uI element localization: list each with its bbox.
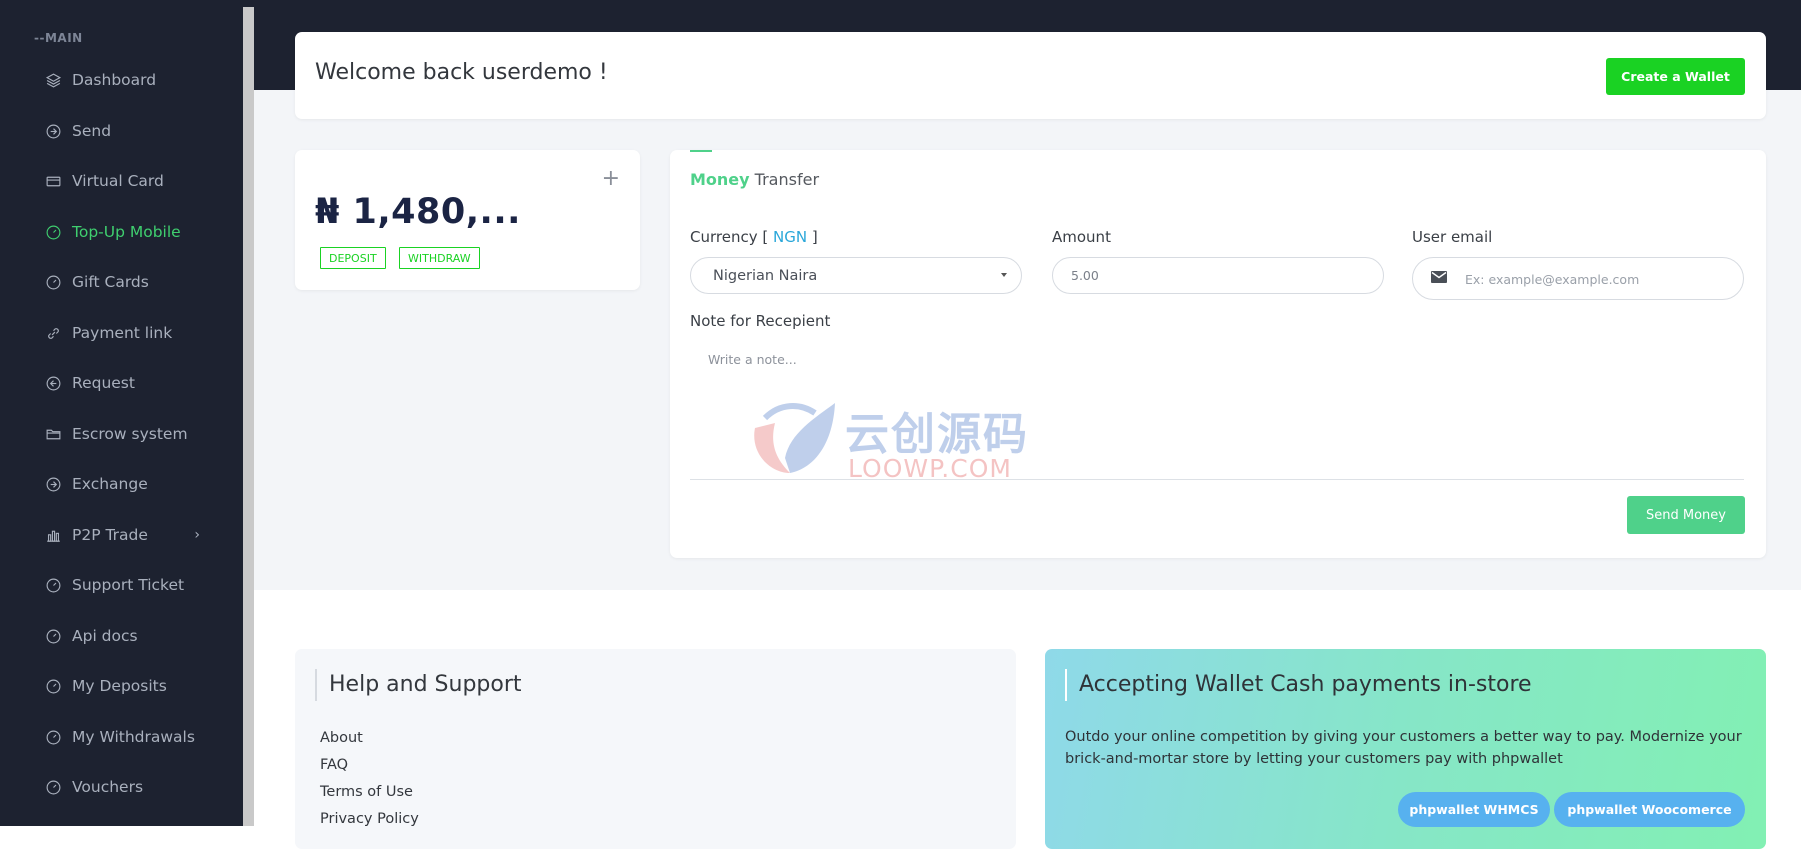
sidebar-item-request[interactable]: Request: [44, 370, 234, 396]
sidebar-item-label: Dashboard: [72, 71, 157, 89]
sidebar-item-payment-link[interactable]: Payment link: [44, 320, 234, 346]
currency-label-close: ]: [807, 228, 818, 246]
sidebar-item-label: My Withdrawals: [72, 728, 195, 746]
sidebar-item-dashboard[interactable]: Dashboard: [44, 67, 234, 93]
phpwallet-woocomerce-button[interactable]: phpwallet Woocomerce: [1554, 792, 1745, 827]
help-support-card: Help and Support About FAQ Terms of Use …: [295, 649, 1016, 849]
help-link-privacy[interactable]: Privacy Policy: [320, 811, 419, 827]
caret-down-icon: [1001, 273, 1007, 277]
sidebar-item-send[interactable]: Send: [44, 118, 234, 144]
welcome-card: Welcome back userdemo ! Create a Wallet: [295, 32, 1766, 119]
title-rest: Transfer: [749, 170, 820, 189]
create-wallet-button[interactable]: Create a Wallet: [1606, 58, 1745, 95]
help-link-terms[interactable]: Terms of Use: [320, 784, 413, 800]
sidebar-item-escrow-system[interactable]: Escrow system: [44, 421, 234, 447]
deposit-button[interactable]: DEPOSIT: [320, 247, 386, 269]
currency-code: NGN: [772, 228, 808, 246]
sidebar-item-top-up-mobile[interactable]: Top-Up Mobile: [44, 219, 234, 245]
sidebar-item-api-docs[interactable]: Api docs: [44, 623, 234, 649]
credit-card-icon: [44, 172, 62, 190]
amount-input[interactable]: [1052, 257, 1384, 294]
gauge-icon: [44, 576, 62, 594]
gauge-icon: [44, 273, 62, 291]
gauge-icon: [44, 778, 62, 796]
amount-label: Amount: [1052, 228, 1111, 246]
plus-icon[interactable]: +: [602, 166, 620, 191]
sidebar-item-label: Top-Up Mobile: [72, 223, 181, 241]
phpwallet-whmcs-button[interactable]: phpwallet WHMCS: [1398, 792, 1550, 827]
balance-card: + ₦ 1,480,... DEPOSIT WITHDRAW: [295, 150, 640, 290]
accept-payments-card: Accepting Wallet Cash payments in-store …: [1045, 649, 1766, 849]
gauge-icon: [44, 728, 62, 746]
sidebar-item-label: Exchange: [72, 475, 148, 493]
sidebar-item-vouchers[interactable]: Vouchers: [44, 774, 234, 800]
title-highlight: Money: [690, 170, 750, 189]
sidebar-item-my-deposits[interactable]: My Deposits: [44, 673, 234, 699]
arrow-right-circle-icon: [44, 475, 62, 493]
sidebar-item-p2p-trade[interactable]: P2P Trade ›: [44, 522, 234, 548]
sidebar-item-label: Payment link: [72, 324, 173, 342]
sidebar-item-gift-cards[interactable]: Gift Cards: [44, 269, 234, 295]
bar-chart-icon: [44, 526, 62, 544]
balance-amount: ₦ 1,480,...: [315, 192, 521, 232]
chevron-right-icon[interactable]: ›: [194, 527, 200, 543]
currency-label: Currency [ NGN ]: [690, 228, 818, 246]
sidebar-item-label: Escrow system: [72, 425, 188, 443]
help-link-about[interactable]: About: [320, 730, 363, 746]
sidebar-item-my-withdrawals[interactable]: My Withdrawals: [44, 724, 234, 750]
help-link-faq[interactable]: FAQ: [320, 757, 348, 773]
accept-description: Outdo your online competition by giving …: [1065, 729, 1742, 767]
currency-select[interactable]: Nigerian Naira: [690, 257, 1022, 294]
sidebar: --MAIN Dashboard Send Virtual Card Top-U…: [0, 0, 243, 826]
money-transfer-card: Money Transfer Currency [ NGN ] Nigerian…: [670, 150, 1766, 558]
gauge-icon: [44, 627, 62, 645]
gauge-icon: [44, 677, 62, 695]
arrow-right-circle-icon: [44, 122, 62, 140]
layers-icon: [44, 71, 62, 89]
sidebar-item-label: My Deposits: [72, 677, 167, 695]
note-textarea[interactable]: [690, 342, 1744, 480]
currency-label-text: Currency [: [690, 228, 773, 246]
sidebar-item-label: Vouchers: [72, 778, 144, 796]
user-email-field[interactable]: [1412, 257, 1744, 300]
help-title: Help and Support: [315, 669, 522, 701]
tab-money-transfer[interactable]: Money Transfer: [690, 170, 819, 189]
send-money-button[interactable]: Send Money: [1627, 496, 1745, 534]
withdraw-button[interactable]: WITHDRAW: [399, 247, 480, 269]
sidebar-item-label: Send: [72, 122, 112, 140]
note-label: Note for Recepient: [690, 312, 831, 330]
sidebar-item-label: Api docs: [72, 627, 138, 645]
sidebar-section-label: --MAIN: [34, 31, 83, 45]
page-title: Welcome back userdemo !: [315, 60, 608, 85]
envelope-icon: [1431, 271, 1447, 283]
tab-indicator: [690, 150, 712, 152]
sidebar-item-support-ticket[interactable]: Support Ticket: [44, 572, 234, 598]
sidebar-item-exchange[interactable]: Exchange: [44, 471, 234, 497]
sidebar-scrollbar[interactable]: [243, 7, 254, 826]
folder-icon: [44, 425, 62, 443]
user-email-input[interactable]: [1463, 266, 1727, 292]
currency-select-value: Nigerian Naira: [713, 267, 818, 284]
accept-title: Accepting Wallet Cash payments in-store: [1065, 669, 1532, 701]
sidebar-item-label: Gift Cards: [72, 273, 149, 291]
sidebar-item-label: Request: [72, 374, 135, 392]
gauge-icon: [44, 223, 62, 241]
user-email-label: User email: [1412, 228, 1493, 246]
sidebar-item-label: P2P Trade: [72, 526, 148, 544]
sidebar-item-label: Virtual Card: [72, 172, 164, 190]
arrow-left-circle-icon: [44, 374, 62, 392]
sidebar-item-label: Support Ticket: [72, 576, 185, 594]
sidebar-item-virtual-card[interactable]: Virtual Card: [44, 168, 234, 194]
link-icon: [44, 324, 62, 342]
